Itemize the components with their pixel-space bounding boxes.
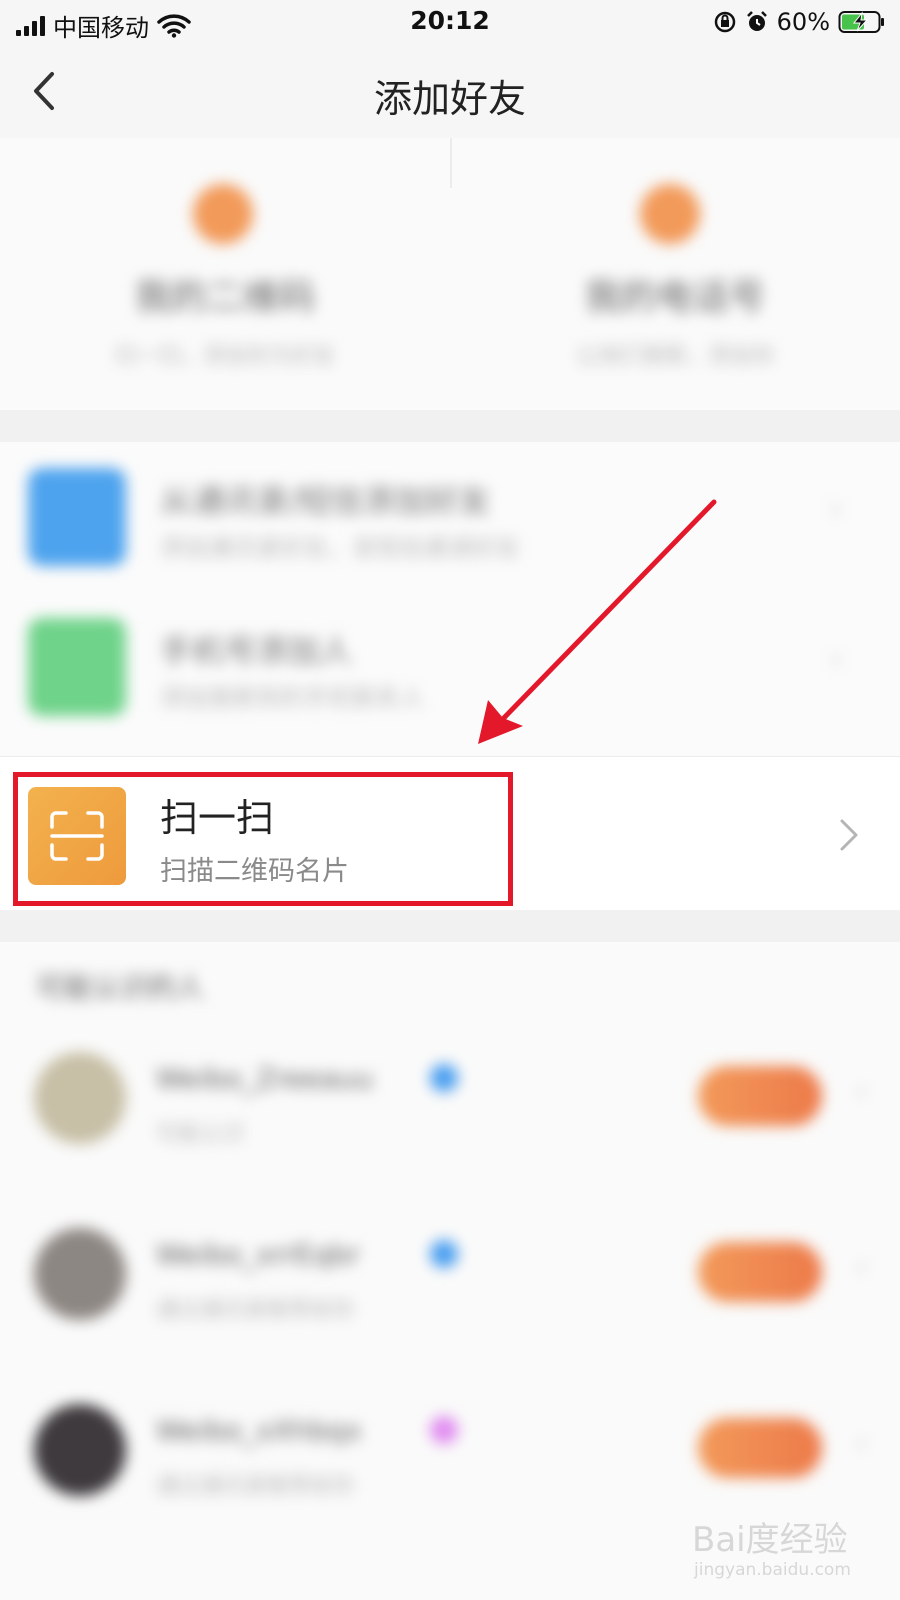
user-subtitle: 通过通讯录推荐给你 [156, 1474, 355, 1499]
battery-percent: 60% [776, 8, 830, 36]
user-subtitle: 可能认识 [156, 1122, 245, 1147]
alarm-icon [746, 11, 767, 31]
follow-button[interactable] [698, 1418, 822, 1478]
user-subtitle: 通过通讯录推荐给你 [156, 1298, 355, 1323]
phone-card-subtitle: 让他们搜索，添加你 [575, 344, 774, 369]
chevron-right-icon: › [856, 1426, 868, 1459]
watermark-logo: Bai度经验 [692, 1520, 848, 1560]
qr-card-subtitle: 扫一扫，添加你为好友 [114, 344, 335, 369]
user-name: Weibo_Zreeauu [156, 1062, 374, 1095]
chevron-right-icon: › [830, 642, 842, 677]
recommendations-header: 可能认识的人 [36, 971, 205, 1004]
qr-cards-section: 我的二维码 扫一扫，添加你为好友 我的电话号 让他们搜索，添加你 [0, 138, 900, 410]
qr-code-icon [193, 184, 253, 244]
chevron-right-icon [840, 819, 858, 851]
avatar [34, 1404, 126, 1496]
user-name: Weibo_xXhbqx [156, 1414, 362, 1447]
my-qr-code-card[interactable]: 我的二维码 扫一扫，添加你为好友 [0, 138, 450, 410]
avatar [34, 1228, 126, 1320]
recommended-user[interactable]: Weibo_xrrEqbr 通过通讯录推荐给你 › [0, 1188, 900, 1364]
highlight-box [13, 772, 513, 906]
list-item-subtitle: 添加搜索到的手机联系人 [160, 684, 424, 712]
verified-badge-icon [430, 1240, 458, 1268]
verified-badge-icon [430, 1416, 458, 1444]
contacts-add-item[interactable]: 从通讯录/短信添加好友 添加通讯录好友，发短信邀请好友 › [0, 442, 900, 592]
baidu-jingyan-watermark: Bai度经验 jingyan.baidu.com [688, 1500, 888, 1590]
chevron-right-icon: › [856, 1250, 868, 1283]
recommended-user[interactable]: Weibo_Zreeauu 可能认识 › [0, 1012, 900, 1188]
avatar [34, 1052, 126, 1144]
watermark-url: jingyan.baidu.com [694, 1560, 851, 1580]
chevron-right-icon: › [856, 1074, 868, 1107]
section-gap [0, 410, 900, 442]
list-item-title: 从通讯录/短信添加好友 [160, 482, 491, 520]
list-item-title: 手机号添加人 [160, 632, 353, 670]
page-title: 添加好友 [373, 77, 526, 121]
navigation-bar: 添加好友 [0, 44, 900, 138]
status-bar: 中国移动 20:12 60% [0, 0, 900, 44]
my-phone-card[interactable]: 我的电话号 让他们搜索，添加你 [450, 138, 900, 410]
verified-badge-icon [430, 1064, 458, 1092]
phone-card-title: 我的电话号 [584, 277, 765, 318]
list-item-subtitle: 添加通讯录好友，发短信邀请好友 [160, 534, 520, 562]
add-methods-list: 从通讯录/短信添加好友 添加通讯录好友，发短信邀请好友 › 手机号添加人 添加搜… [0, 442, 900, 756]
section-gap [0, 910, 900, 942]
rotation-lock-icon [714, 11, 735, 33]
phone-icon [640, 184, 700, 244]
phone-contact-icon [28, 618, 126, 716]
battery-charging-icon [838, 11, 884, 33]
follow-button[interactable] [698, 1066, 822, 1126]
phone-add-item[interactable]: 手机号添加人 添加搜索到的手机联系人 › [0, 592, 900, 742]
follow-button[interactable] [698, 1242, 822, 1302]
contacts-icon [28, 468, 126, 566]
qr-card-title: 我的二维码 [134, 277, 315, 318]
user-name: Weibo_xrrEqbr [156, 1238, 360, 1271]
chevron-right-icon: › [830, 492, 842, 527]
